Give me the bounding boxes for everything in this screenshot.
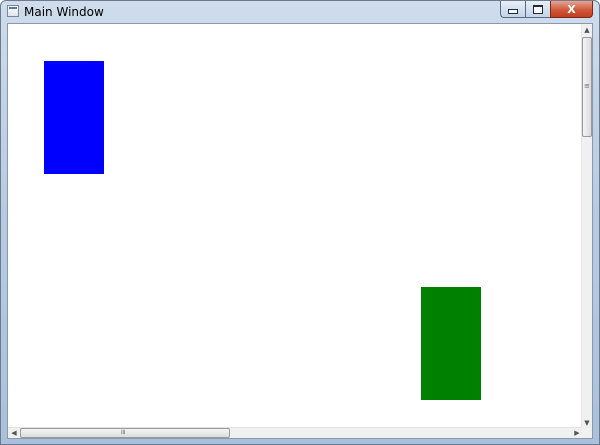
blue-rectangle [44,61,104,174]
main-window: Main Window X ▲ ≡ ▼ ◀ ≡ ▶ [0,0,600,445]
scroll-left-icon[interactable]: ◀ [8,428,20,438]
close-button[interactable]: X [550,1,593,18]
minimize-icon [508,8,518,14]
horizontal-grip-icon: ≡ [118,429,127,435]
drawing-canvas [8,24,583,429]
maximize-button[interactable] [525,1,550,18]
scroll-up-icon[interactable]: ▲ [582,24,592,36]
horizontal-scrollbar[interactable]: ◀ ≡ ▶ [8,427,583,438]
close-icon: X [567,2,576,16]
maximize-icon [533,4,543,14]
minimize-button[interactable] [500,1,525,18]
window-icon[interactable] [7,5,19,17]
scrollbar-corner [581,427,592,438]
green-rectangle [421,287,481,400]
vertical-scrollbar[interactable]: ▲ ≡ ▼ [581,24,592,429]
caption-buttons: X [500,1,593,19]
title-bar[interactable]: Main Window X [1,1,599,23]
vertical-grip-icon: ≡ [584,82,590,90]
client-area: ▲ ≡ ▼ ◀ ≡ ▶ [7,23,593,439]
window-title: Main Window [24,5,104,19]
